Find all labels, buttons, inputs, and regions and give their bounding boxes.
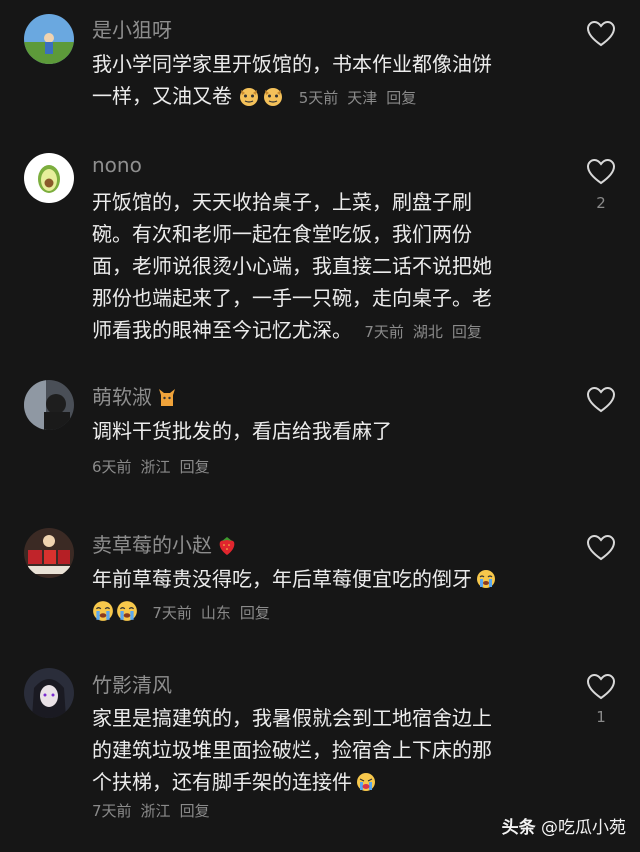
comment-location: 浙江 (140, 458, 171, 476)
comment-meta: 7天前 湖北 回复 (364, 323, 491, 341)
reply-button[interactable]: 回复 (386, 89, 416, 107)
comment-location: 浙江 (140, 802, 171, 820)
avatar[interactable] (24, 528, 74, 578)
username[interactable]: 萌软淑 (92, 381, 180, 410)
watermark-brand: 头条 (501, 818, 536, 838)
reply-button[interactable]: 回复 (180, 458, 210, 476)
comment-location: 山东 (200, 604, 231, 622)
heart-icon (586, 534, 616, 561)
comment-text: 年前草莓贵没得吃，年后草莓便宜吃的倒牙 7天前 山东 回复 (92, 563, 562, 629)
username[interactable]: 竹影清风 (92, 669, 172, 698)
comment-text: 我小学同学家里开饭馆的，书本作业都像油饼 一样，又油又卷 5天前 天津 回复 (92, 52, 492, 108)
comment-location: 天津 (347, 89, 378, 107)
heart-icon (586, 386, 616, 413)
watermark-author: @吃瓜小苑 (541, 818, 626, 838)
username[interactable]: 是小狙呀 (92, 14, 172, 43)
comment-time: 7天前 (152, 604, 192, 622)
comment-meta: 5天前 天津 回复 (299, 89, 426, 107)
comment-text: 家里是搞建筑的，我暑假就会到工地宿舍边上 的建筑垃圾堆里面捡破烂，捡宿舍上下床的… (92, 706, 492, 794)
heart-icon (586, 20, 616, 47)
like-count: 2 (596, 194, 606, 212)
heart-icon (586, 673, 616, 700)
comment-text: 调料干货批发的，看店给我看麻了 (92, 419, 392, 443)
username[interactable]: 卖草莓的小赵 (92, 529, 240, 558)
watermark: 头条 @吃瓜小苑 (502, 813, 626, 838)
crying-emoji-icon (116, 600, 138, 622)
comment-time: 7天前 (92, 802, 132, 820)
smirk-dog-emoji-icon (238, 85, 260, 107)
comment-time: 6天前 (92, 458, 132, 476)
like-count: 1 (596, 708, 606, 726)
username[interactable]: nono (92, 153, 142, 177)
smirk-dog-emoji-icon (262, 85, 284, 107)
like-button[interactable] (586, 534, 616, 562)
reply-button[interactable]: 回复 (180, 802, 210, 820)
crying-emoji-icon (92, 600, 114, 622)
like-button[interactable] (586, 673, 616, 701)
comment-time: 7天前 (364, 323, 404, 341)
like-button[interactable] (586, 386, 616, 414)
avatar[interactable] (24, 380, 74, 430)
avatar[interactable] (24, 668, 74, 718)
sobbing-emoji-icon (356, 772, 376, 792)
like-button[interactable] (586, 158, 616, 186)
comment-location: 湖北 (412, 323, 443, 341)
cat-emoji-icon (156, 386, 178, 408)
avatar[interactable] (24, 14, 74, 64)
avatar[interactable] (24, 153, 74, 203)
crying-emoji-icon (476, 569, 496, 589)
heart-icon (586, 158, 616, 185)
strawberry-emoji-icon (216, 534, 238, 556)
reply-button[interactable]: 回复 (452, 323, 482, 341)
comment-meta: 7天前 浙江 回复 (92, 800, 219, 821)
comment-text: 开饭馆的，天天收拾桌子，上菜，刷盘子刷 碗。有次和老师一起在食堂吃饭，我们两份 … (92, 190, 492, 342)
like-button[interactable] (586, 20, 616, 48)
reply-button[interactable]: 回复 (240, 604, 270, 622)
comment-meta: 6天前 浙江 回复 (92, 456, 219, 477)
comment-meta: 7天前 山东 回复 (152, 604, 279, 622)
comment-time: 5天前 (298, 89, 339, 107)
